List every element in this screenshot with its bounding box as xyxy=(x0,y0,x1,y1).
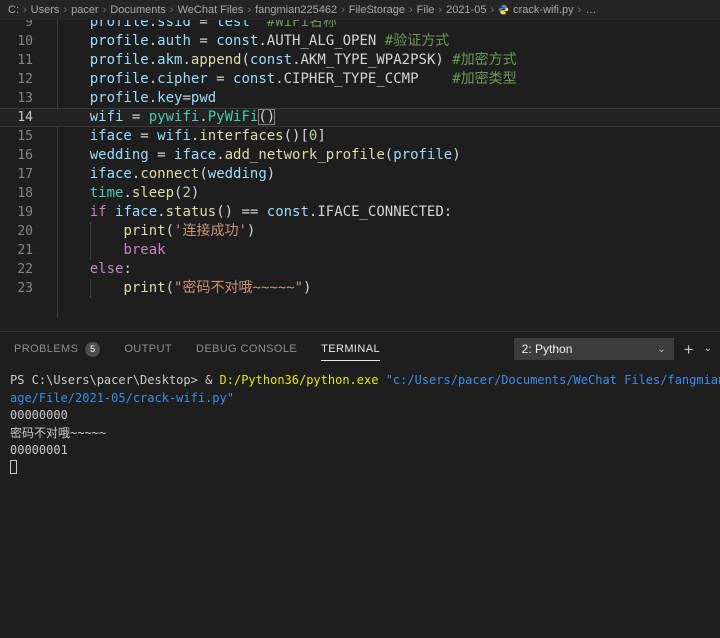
breadcrumb-separator: › xyxy=(341,4,345,16)
terminal-line: PS C:\Users\pacer\Desktop> & D:/Python36… xyxy=(10,372,720,390)
breadcrumb-item[interactable]: File xyxy=(417,4,435,16)
code-line-23[interactable]: 23 print("密码不对哦~~~~~") xyxy=(0,279,720,298)
panel-tab-label: OUTPUT xyxy=(124,343,172,355)
panel-tab-label: DEBUG CONSOLE xyxy=(196,343,297,355)
terminal-cursor xyxy=(10,460,17,474)
code-line-20[interactable]: 20 print('连接成功') xyxy=(0,222,720,241)
breadcrumb-item[interactable]: C: xyxy=(8,4,19,16)
code-line-14[interactable]: 14 wifi = pywifi.PyWiFi() xyxy=(0,108,720,127)
line-number: 10 xyxy=(0,32,33,51)
panel-tab-output[interactable]: OUTPUT xyxy=(124,332,172,366)
breadcrumb-separator: › xyxy=(103,4,107,16)
breadcrumb-separator: › xyxy=(170,4,174,16)
breadcrumb-separator: › xyxy=(247,4,251,16)
code-text: else: xyxy=(33,260,132,279)
line-number: 21 xyxy=(0,241,33,260)
breadcrumb-item[interactable]: Documents xyxy=(110,4,166,16)
breadcrumb-separator: › xyxy=(409,4,413,16)
terminal-select-value: 2: Python xyxy=(522,342,573,356)
terminal-instance-select[interactable]: 2: Python ⌄ xyxy=(514,338,674,360)
line-number: 13 xyxy=(0,89,33,108)
breadcrumb-separator: › xyxy=(490,4,494,16)
code-text: break xyxy=(33,241,166,260)
line-number: 11 xyxy=(0,51,33,70)
breadcrumb-item[interactable]: fangmian225462 xyxy=(255,4,337,16)
new-terminal-button[interactable]: + xyxy=(684,341,694,358)
breadcrumb-separator: › xyxy=(23,4,27,16)
code-text: profile.ssid = test #WiFi名称 xyxy=(33,20,337,32)
code-text: wifi = pywifi.PyWiFi() xyxy=(33,109,275,126)
terminal-cursor-line xyxy=(10,460,720,478)
code-text: profile.cipher = const.CIPHER_TYPE_CCMP … xyxy=(33,70,517,89)
breadcrumb-item[interactable]: 2021-05 xyxy=(446,4,486,16)
breadcrumb-item[interactable]: WeChat Files xyxy=(178,4,244,16)
line-number: 19 xyxy=(0,203,33,222)
panel-tab-label: PROBLEMS xyxy=(14,343,78,355)
panel-tab-label: TERMINAL xyxy=(321,343,380,355)
code-text: if iface.status() == const.IFACE_CONNECT… xyxy=(33,203,452,222)
code-text: print("密码不对哦~~~~~") xyxy=(33,279,311,298)
code-text: profile.key=pwd xyxy=(33,89,216,108)
code-line-11[interactable]: 11 profile.akm.append(const.AKM_TYPE_WPA… xyxy=(0,51,720,70)
panel-tab-terminal[interactable]: TERMINAL xyxy=(321,332,380,366)
breadcrumb-file[interactable]: crack-wifi.py xyxy=(498,4,574,16)
chevron-down-icon: ⌄ xyxy=(657,344,665,355)
terminal-dropdown-chevron-icon[interactable]: ⌄ xyxy=(704,344,712,354)
code-line-22[interactable]: 22 else: xyxy=(0,260,720,279)
breadcrumb-item[interactable]: Users xyxy=(31,4,60,16)
line-number: 9 xyxy=(0,20,33,32)
code-line-15[interactable]: 15 iface = wifi.interfaces()[0] xyxy=(0,127,720,146)
code-text: print('连接成功') xyxy=(33,222,255,241)
breadcrumb-separator: › xyxy=(578,4,582,16)
code-text: profile.akm.append(const.AKM_TYPE_WPA2PS… xyxy=(33,51,517,70)
code-text: iface = wifi.interfaces()[0] xyxy=(33,127,326,146)
line-number: 17 xyxy=(0,165,33,184)
breadcrumb-separator: › xyxy=(63,4,67,16)
line-number: 20 xyxy=(0,222,33,241)
code-line-10[interactable]: 10 profile.auth = const.AUTH_ALG_OPEN #验… xyxy=(0,32,720,51)
code-line-16[interactable]: 16 wedding = iface.add_network_profile(p… xyxy=(0,146,720,165)
code-line-18[interactable]: 18 time.sleep(2) xyxy=(0,184,720,203)
line-number: 22 xyxy=(0,260,33,279)
code-text: time.sleep(2) xyxy=(33,184,199,203)
code-line-13[interactable]: 13 profile.key=pwd xyxy=(0,89,720,108)
panel-tab-debug-console[interactable]: DEBUG CONSOLE xyxy=(196,332,297,366)
code-line-17[interactable]: 17 iface.connect(wedding) xyxy=(0,165,720,184)
line-number: 18 xyxy=(0,184,33,203)
line-number: 23 xyxy=(0,279,33,298)
panel-tab-problems[interactable]: PROBLEMS 5 xyxy=(14,332,100,366)
code-line-19[interactable]: 19 if iface.status() == const.IFACE_CONN… xyxy=(0,203,720,222)
line-number: 15 xyxy=(0,127,33,146)
bottom-panel: PROBLEMS 5 OUTPUT DEBUG CONSOLE TERMINAL 2: … xyxy=(0,331,720,477)
code-line-21[interactable]: 21 break xyxy=(0,241,720,260)
line-number: 16 xyxy=(0,146,33,165)
terminal-line: 00000000 xyxy=(10,407,720,425)
terminal-line: 00000001 xyxy=(10,442,720,460)
code-text: iface.connect(wedding) xyxy=(33,165,275,184)
code-text: wedding = iface.add_network_profile(prof… xyxy=(33,146,461,165)
code-line-12[interactable]: 12 profile.cipher = const.CIPHER_TYPE_CC… xyxy=(0,70,720,89)
code-text: profile.auth = const.AUTH_ALG_OPEN #验证方式 xyxy=(33,32,449,51)
problems-count-badge: 5 xyxy=(85,342,100,357)
python-icon xyxy=(498,4,509,15)
breadcrumb: C:›Users›pacer›Documents›WeChat Files›fa… xyxy=(0,0,720,20)
terminal-line: 密码不对哦~~~~~ xyxy=(10,425,720,443)
breadcrumb-file-label: crack-wifi.py xyxy=(513,4,574,16)
code-editor[interactable]: 9 profile.ssid = test #WiFi名称10 profile.… xyxy=(0,20,720,331)
line-number: 14 xyxy=(0,109,33,126)
breadcrumb-overflow[interactable]: … xyxy=(585,4,596,16)
terminal-output[interactable]: PS C:\Users\pacer\Desktop> & D:/Python36… xyxy=(0,366,720,477)
code-line-9[interactable]: 9 profile.ssid = test #WiFi名称 xyxy=(0,20,720,32)
terminal-line: age/File/2021-05/crack-wifi.py" xyxy=(10,390,720,408)
breadcrumb-item[interactable]: FileStorage xyxy=(349,4,405,16)
breadcrumb-separator: › xyxy=(438,4,442,16)
line-number: 12 xyxy=(0,70,33,89)
panel-header: PROBLEMS 5 OUTPUT DEBUG CONSOLE TERMINAL 2: … xyxy=(0,332,720,366)
breadcrumb-item[interactable]: pacer xyxy=(71,4,99,16)
